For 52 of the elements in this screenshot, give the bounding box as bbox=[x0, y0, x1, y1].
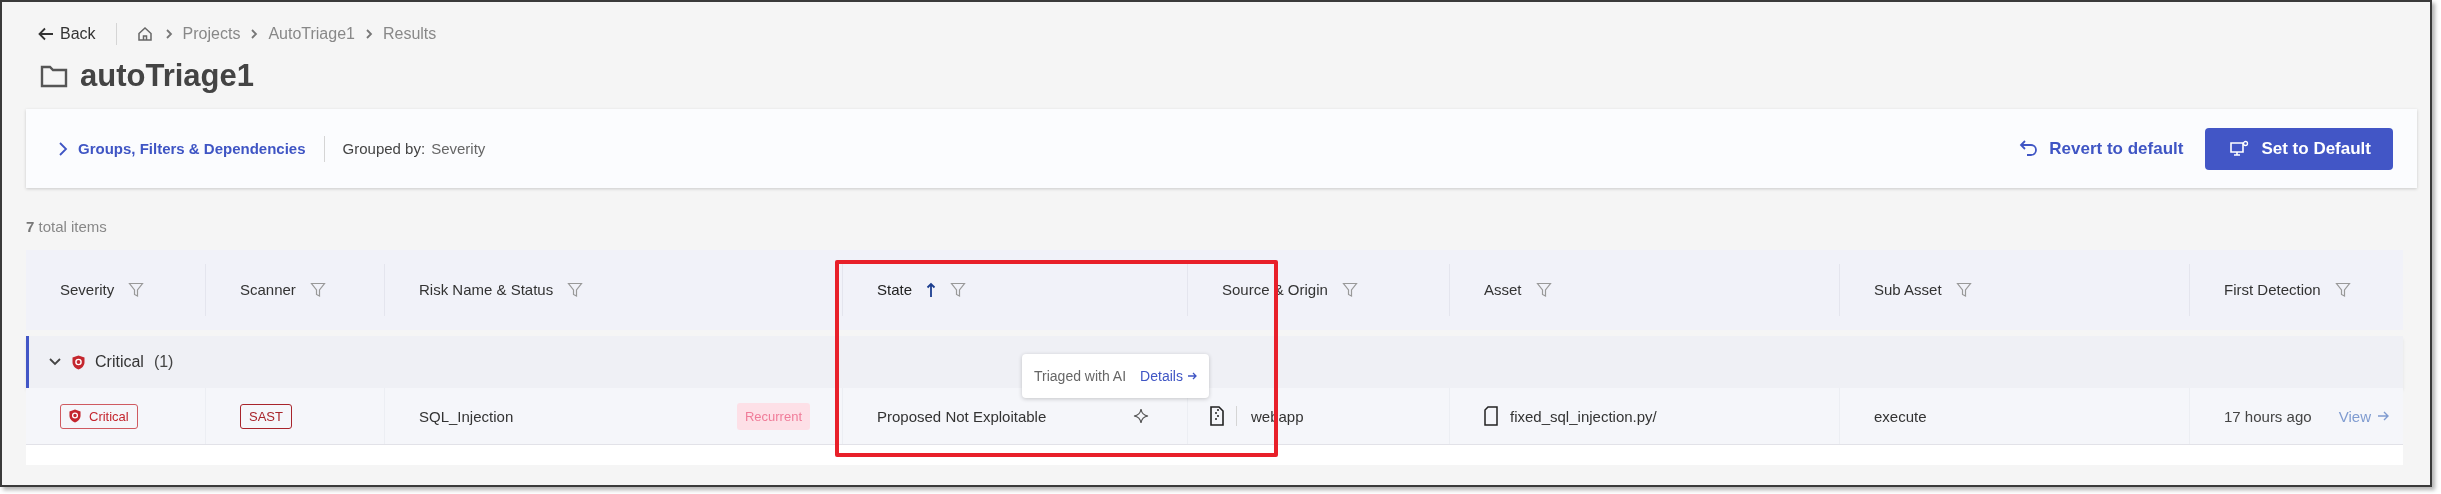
filters-toggle[interactable]: Groups, Filters & Dependencies bbox=[58, 140, 306, 157]
chevron-right-icon bbox=[58, 140, 68, 157]
undo-icon bbox=[2019, 139, 2040, 158]
folder-icon bbox=[40, 64, 68, 88]
column-header[interactable]: First Detection bbox=[2224, 275, 2321, 305]
filter-icon[interactable] bbox=[567, 282, 584, 298]
sparkle-icon[interactable] bbox=[1133, 408, 1149, 424]
back-arrow-icon bbox=[38, 27, 54, 41]
filter-icon[interactable] bbox=[2334, 282, 2351, 298]
state-text: Proposed Not Exploitable bbox=[877, 407, 1047, 425]
group-label: Critical bbox=[95, 353, 144, 371]
filter-icon[interactable] bbox=[1341, 282, 1358, 298]
arrow-right-icon bbox=[2377, 411, 2389, 421]
status-badge: Recurrent bbox=[736, 402, 810, 430]
sub-asset-text: execute bbox=[1874, 407, 1927, 425]
arrow-right-icon bbox=[1186, 371, 1197, 381]
revert-button[interactable]: Revert to default bbox=[2019, 138, 2184, 159]
details-link[interactable]: Details bbox=[1140, 368, 1197, 384]
filter-icon[interactable] bbox=[950, 282, 967, 298]
file-icon bbox=[1484, 406, 1498, 426]
asset-path: fixed_sql_injection.py/ bbox=[1510, 407, 1657, 425]
set-default-button[interactable]: Set to Default bbox=[2205, 127, 2393, 170]
first-detection-time: 17 hours ago bbox=[2224, 407, 2312, 425]
chevron-right-icon bbox=[164, 29, 173, 39]
column-header[interactable]: State bbox=[877, 275, 913, 305]
grouped-by-label: Grouped by: bbox=[342, 140, 426, 157]
column-header[interactable]: Asset bbox=[1484, 275, 1522, 305]
chevron-right-icon bbox=[364, 29, 373, 39]
column-header[interactable]: Severity bbox=[60, 275, 115, 305]
tooltip-text: Triaged with AI bbox=[1034, 368, 1127, 384]
filter-icon[interactable] bbox=[309, 282, 326, 298]
home-icon[interactable] bbox=[136, 26, 153, 42]
chevron-right-icon bbox=[250, 29, 259, 39]
severity-badge: Critical bbox=[60, 403, 138, 429]
total-items-count: 7 total items bbox=[26, 218, 108, 237]
group-count: (1) bbox=[153, 353, 174, 371]
shield-icon bbox=[69, 409, 81, 423]
column-header[interactable]: Risk Name & Status bbox=[419, 275, 554, 305]
filter-icon[interactable] bbox=[1535, 282, 1552, 298]
shield-icon bbox=[72, 354, 85, 370]
filter-icon[interactable] bbox=[1955, 282, 1972, 298]
grouped-by-value: Severity bbox=[431, 140, 486, 157]
column-header[interactable]: Sub Asset bbox=[1874, 275, 1942, 305]
monitor-icon bbox=[2229, 139, 2250, 158]
back-link[interactable]: Back bbox=[38, 25, 96, 43]
scanner-badge: SAST bbox=[240, 403, 292, 429]
filter-icon[interactable] bbox=[128, 282, 145, 298]
document-icon bbox=[1210, 406, 1224, 426]
column-header[interactable]: Scanner bbox=[240, 275, 296, 305]
page-title: autoTriage1 bbox=[80, 58, 254, 94]
risk-name[interactable]: SQL_Injection bbox=[419, 407, 514, 425]
chevron-down-icon bbox=[48, 357, 62, 367]
